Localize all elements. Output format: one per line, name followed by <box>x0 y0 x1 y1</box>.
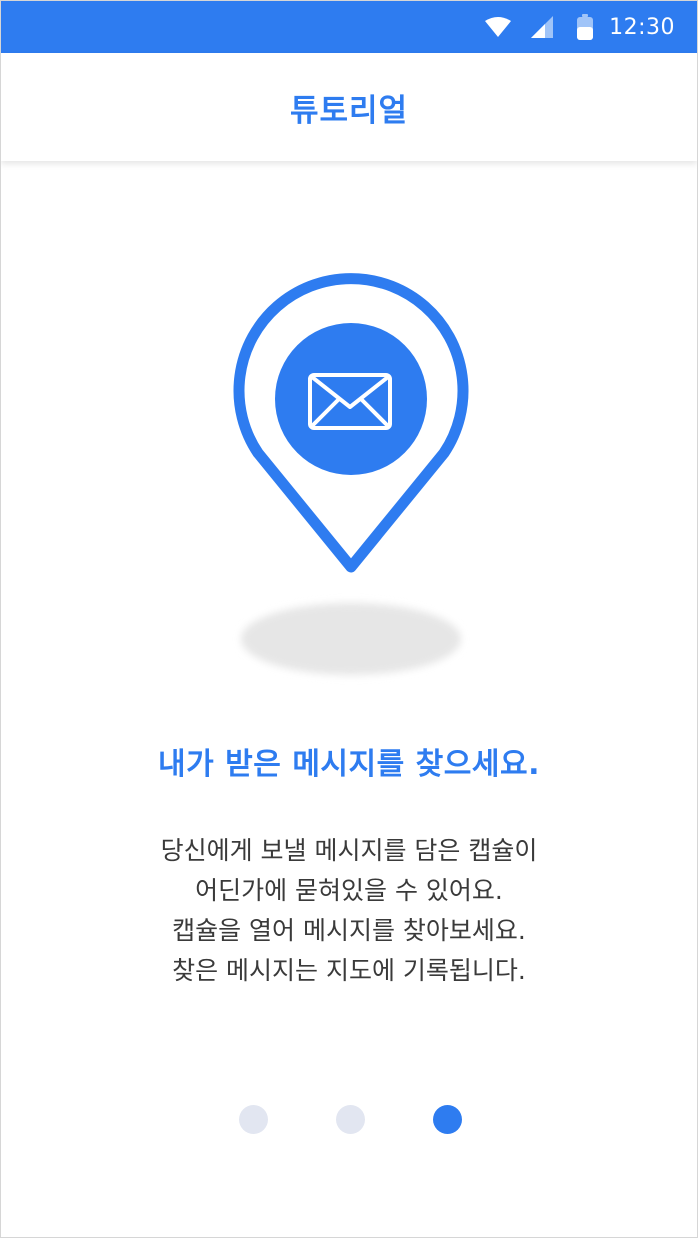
description-line: 찾은 메시지는 지도에 기록됩니다. <box>172 956 526 985</box>
status-bar: 12:30 <box>1 1 697 53</box>
tutorial-illustration <box>1 161 697 721</box>
battery-icon <box>577 14 594 40</box>
description-line: 어딘가에 묻혀있을 수 있어요. <box>195 876 503 905</box>
status-icons: 12:30 <box>485 1 675 53</box>
status-time: 12:30 <box>609 14 675 40</box>
pin-shadow <box>241 603 461 675</box>
tutorial-screen: 12:30 튜토리얼 내가 받은 메시지를 찾으세요. 당신에게 보낼 메시지를… <box>0 0 698 1238</box>
map-pin-envelope-icon <box>233 273 469 573</box>
page-dot-2[interactable] <box>336 1105 365 1134</box>
page-title: 튜토리얼 <box>289 92 409 129</box>
tutorial-headline: 내가 받은 메시지를 찾으세요. <box>158 747 540 782</box>
tutorial-description: 당신에게 보낼 메시지를 담은 캡슐이 어딘가에 묻혀있을 수 있어요. 캡슐을… <box>1 831 697 991</box>
app-header: 튜토리얼 <box>1 53 697 161</box>
wifi-icon <box>485 17 512 37</box>
description-line: 캡슐을 열어 메시지를 찾아보세요. <box>172 916 526 945</box>
description-line: 당신에게 보낼 메시지를 담은 캡슐이 <box>160 836 538 865</box>
cell-signal-icon <box>531 16 554 38</box>
page-dot-1[interactable] <box>239 1105 268 1134</box>
page-indicator <box>1 1105 697 1135</box>
page-dot-3[interactable] <box>433 1105 462 1134</box>
